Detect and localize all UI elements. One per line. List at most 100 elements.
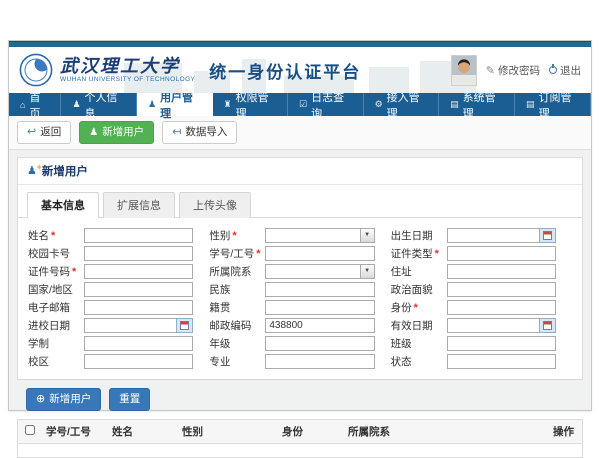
- change-password-link[interactable]: ✎ 修改密码: [486, 63, 540, 78]
- form-row-country-region: 国家/地区: [28, 280, 209, 298]
- user-plus-icon: ♟: [89, 126, 98, 140]
- nav-item-home[interactable]: ⌂ 首页: [9, 93, 61, 116]
- key-icon: ♜: [224, 99, 232, 110]
- major-input[interactable]: [265, 354, 374, 369]
- id-number-input[interactable]: [84, 264, 193, 279]
- form-row-native-place: 籍贯: [209, 298, 390, 316]
- email-input[interactable]: [84, 300, 193, 315]
- identity-input[interactable]: [447, 300, 556, 315]
- nav-item-personal-info[interactable]: ♟ 个人信息: [61, 93, 137, 116]
- form-row-major: 专业: [209, 352, 390, 370]
- country-region-input[interactable]: [84, 282, 193, 297]
- form-row-identity: 身份*: [391, 298, 572, 316]
- ethnicity-input[interactable]: [265, 282, 374, 297]
- entry-date-calendar-button[interactable]: [176, 318, 193, 333]
- class-input[interactable]: [447, 336, 556, 351]
- form-row-postal-code: 邮政编码: [209, 316, 390, 334]
- back-button[interactable]: ↩ 返回: [17, 121, 71, 144]
- submit-add-user-button[interactable]: ⊕ 新增用户: [26, 388, 101, 411]
- select-all-cell: [18, 420, 42, 444]
- name-input[interactable]: [84, 228, 193, 243]
- home-icon: ⌂: [20, 100, 25, 110]
- department-select[interactable]: ▼: [265, 264, 374, 279]
- toolbar: ↩ 返回 ♟ 新增用户 ↤ 数据导入: [9, 116, 591, 150]
- user-icon: ♟: [148, 99, 156, 110]
- import-arrow-icon: ↤: [172, 125, 181, 140]
- table-header-性别: 性别: [178, 420, 278, 444]
- study-length-input[interactable]: [84, 336, 193, 351]
- log-icon: ☑: [299, 99, 307, 110]
- gender-select[interactable]: ▼: [265, 228, 374, 243]
- table-header-姓名: 姓名: [108, 420, 178, 444]
- gear-icon: ⚙: [375, 99, 383, 110]
- logout-link[interactable]: 退出: [549, 63, 581, 78]
- tab-extended-info[interactable]: 扩展信息: [103, 192, 175, 218]
- plus-circle-icon: ⊕: [36, 392, 45, 407]
- required-asterisk: *: [414, 302, 418, 314]
- avatar[interactable]: [451, 55, 477, 86]
- main-nav: ⌂ 首页 ♟ 个人信息 ♟ 用户管理 ♜ 权限管理 ☑ 日志查询 ⚙ 接入管理 …: [9, 93, 591, 116]
- form-row-study-length: 学制: [28, 334, 209, 352]
- university-name-block: 武汉理工大学 WUHAN UNIVERSITY OF TECHNOLOGY: [60, 57, 195, 84]
- birth-date-input[interactable]: [447, 228, 539, 243]
- form-row-email: 电子邮箱: [28, 298, 209, 316]
- form-row-valid-date: 有效日期: [391, 316, 572, 334]
- form-row-name: 姓名*: [28, 226, 209, 244]
- doc-icon: ▤: [526, 99, 535, 110]
- nav-item-access-management[interactable]: ⚙ 接入管理: [364, 93, 440, 116]
- doc-icon: ▤: [450, 99, 459, 110]
- table-header-所属院系: 所属院系: [344, 420, 549, 444]
- form-column: 出生日期 证件类型* 住址 政治面貌 身份* 有效日期: [391, 226, 572, 370]
- form-column: 性别* ▼ 学号/工号* 所属院系 ▼ 民族 籍贯 邮政编码: [209, 226, 390, 370]
- form-row-address: 住址: [391, 262, 572, 280]
- change-password-label: 修改密码: [498, 63, 540, 78]
- header: 武汉理工大学 WUHAN UNIVERSITY OF TECHNOLOGY 统一…: [9, 47, 591, 93]
- form-row-grade: 年级: [209, 334, 390, 352]
- required-asterisk: *: [256, 248, 260, 260]
- status-input[interactable]: [447, 354, 556, 369]
- chevron-down-icon: ▼: [360, 229, 374, 242]
- reset-button[interactable]: 重置: [109, 388, 150, 411]
- form-row-class: 班级: [391, 334, 572, 352]
- form-row-student-staff-id: 学号/工号*: [209, 244, 390, 262]
- data-import-button[interactable]: ↤ 数据导入: [162, 121, 237, 144]
- panel-title: 新增用户: [42, 163, 88, 179]
- form-column: 姓名* 校园卡号 证件号码* 国家/地区 电子邮箱 进校日期: [28, 226, 209, 370]
- nav-item-permission-management[interactable]: ♜ 权限管理: [213, 93, 289, 116]
- form-row-status: 状态: [391, 352, 572, 370]
- tab-basic-info[interactable]: 基本信息: [27, 192, 99, 218]
- address-input[interactable]: [447, 264, 556, 279]
- campus-input[interactable]: [84, 354, 193, 369]
- postal-code-input[interactable]: [265, 318, 374, 333]
- select-all-checkbox[interactable]: [25, 425, 35, 435]
- valid-date-input[interactable]: [447, 318, 539, 333]
- pencil-icon: ✎: [486, 64, 495, 77]
- required-asterisk: *: [435, 248, 439, 260]
- required-asterisk: *: [51, 230, 55, 242]
- user-icon: ♟: [72, 99, 80, 110]
- campus-card-number-input[interactable]: [84, 246, 193, 261]
- calendar-icon: [180, 321, 189, 330]
- birth-date-calendar-button[interactable]: [539, 228, 556, 243]
- table-header-学号/工号: 学号/工号: [42, 420, 108, 444]
- nav-item-system-management[interactable]: ▤ 系统管理: [439, 93, 515, 116]
- calendar-icon: [543, 231, 552, 240]
- id-type-input[interactable]: [447, 246, 556, 261]
- nav-item-subscription-management[interactable]: ▤ 订阅管理: [515, 93, 591, 116]
- grade-input[interactable]: [265, 336, 374, 351]
- native-place-input[interactable]: [265, 300, 374, 315]
- form-grid: 姓名* 校园卡号 证件号码* 国家/地区 电子邮箱 进校日期: [18, 218, 582, 379]
- nav-item-log-query[interactable]: ☑ 日志查询: [288, 93, 364, 116]
- add-user-button[interactable]: ♟ 新增用户: [79, 121, 154, 144]
- birth-date-field: [447, 228, 556, 243]
- back-arrow-icon: ↩: [27, 125, 36, 140]
- form-tabs: 基本信息扩展信息上传头像: [18, 185, 582, 218]
- tab-upload-avatar[interactable]: 上传头像: [179, 192, 251, 218]
- nav-item-user-management[interactable]: ♟ 用户管理: [137, 93, 213, 116]
- results-table: 学号/工号姓名性别身份所属院系操作: [17, 419, 583, 458]
- entry-date-input[interactable]: [84, 318, 176, 333]
- valid-date-calendar-button[interactable]: [539, 318, 556, 333]
- political-status-input[interactable]: [447, 282, 556, 297]
- student-staff-id-input[interactable]: [265, 246, 374, 261]
- form-row-id-type: 证件类型*: [391, 244, 572, 262]
